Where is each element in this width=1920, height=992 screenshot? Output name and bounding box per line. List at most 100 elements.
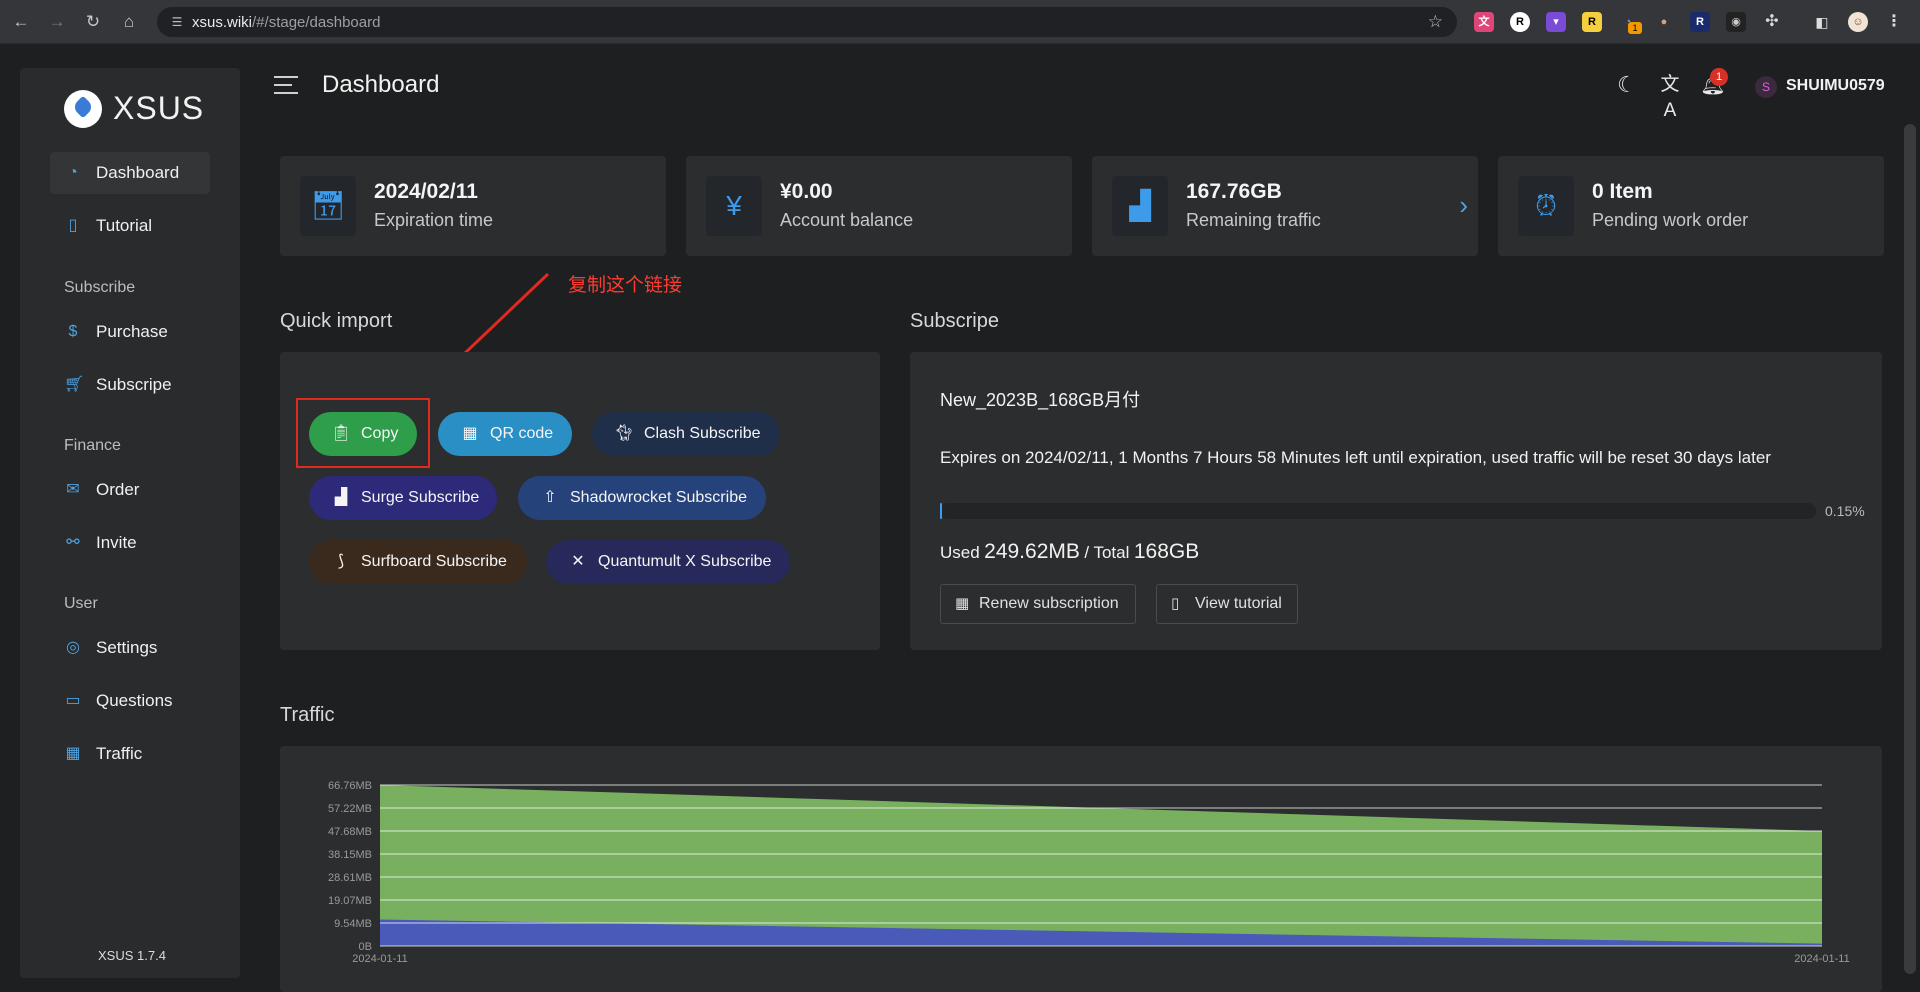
x-tick-label: 2024-01-11 <box>1794 953 1849 965</box>
y-tick-label: 28.61MB <box>328 872 372 884</box>
traffic-title: Traffic <box>280 704 335 726</box>
translate-icon[interactable]: 文A <box>1657 72 1683 121</box>
surfboard-subscribe-button[interactable]: ⟆ Surfboard Subscribe <box>309 540 527 584</box>
extension-icon[interactable]: ▾ <box>1546 12 1566 32</box>
sidebar-item-dashboard[interactable]: ◔ Dashboard <box>50 152 210 194</box>
dashboard-icon: ◔ <box>68 164 78 181</box>
rocket-icon: ⇧ <box>543 489 557 506</box>
app-version: XSUS 1.7.4 <box>98 948 166 963</box>
sidebar-item-settings[interactable]: ◎ Settings <box>50 627 210 669</box>
extension-icon[interactable]: R <box>1582 12 1602 32</box>
sidebar-item-tutorial[interactable]: ▯ Tutorial <box>50 205 210 247</box>
extension-icon[interactable]: ● <box>1654 12 1674 32</box>
page-scrollbar[interactable] <box>1904 124 1916 974</box>
chart-board-icon: ▦ <box>65 745 81 762</box>
bar-chart-icon: ▟ <box>1112 176 1168 236</box>
highlight-box <box>296 398 430 468</box>
qr-code-button[interactable]: ▦ QR code <box>438 412 572 456</box>
traffic-progress-bar <box>940 503 1816 519</box>
progress-percent: 0.15% <box>1825 503 1865 519</box>
book-icon: ▯ <box>68 217 78 234</box>
x-tick-label: 2024-01-11 <box>352 953 407 965</box>
puzzle-icon[interactable]: ✣ <box>1762 12 1782 32</box>
stat-card-expiration: 📅︎ 2024/02/11 Expiration time <box>280 156 666 256</box>
sidebar-item-questions[interactable]: ▭ Questions <box>50 680 210 722</box>
mail-icon: ✉ <box>66 481 80 498</box>
y-tick-label: 9.54MB <box>334 918 372 930</box>
sidebar-item-order[interactable]: ✉ Order <box>50 469 210 511</box>
chevron-right-icon[interactable]: › <box>1459 190 1468 221</box>
progress-fill <box>940 503 942 519</box>
section-subscribe: Subscribe <box>64 279 136 296</box>
link-icon: ⚯ <box>66 534 80 551</box>
clash-cat-icon: 🐈︎ <box>613 425 635 442</box>
url-text: xsus.wiki/#/stage/dashboard <box>192 14 381 31</box>
forward-icon[interactable]: → <box>46 11 68 33</box>
traffic-chart: 0B 9.54MB 19.07MB 28.61MB 38.15MB 47.68MB 57.2… <box>328 780 1850 965</box>
home-icon[interactable]: ⌂ <box>118 11 140 33</box>
browser-toolbar: ← → ↻ ⌂ ☰ xsus.wiki/#/stage/dashboard ☆ … <box>0 0 1920 44</box>
side-panel-icon[interactable]: ◧ <box>1812 12 1832 32</box>
sidebar-item-purchase[interactable]: $ Purchase <box>50 311 210 353</box>
reload-icon[interactable]: ↻ <box>82 11 104 33</box>
alarm-clock-icon: ⏰︎ <box>1518 176 1574 236</box>
notification-badge: 1 <box>1710 68 1728 86</box>
back-icon[interactable]: ← <box>10 11 32 33</box>
section-user: User <box>64 595 98 612</box>
quantumult-x-subscribe-button[interactable]: ✕ Quantumult X Subscribe <box>546 540 790 584</box>
dollar-icon: $ <box>68 323 78 340</box>
section-finance: Finance <box>64 437 121 454</box>
avatar[interactable]: S <box>1755 76 1777 98</box>
plan-description: Expires on 2024/02/11, 1 Months 7 Hours … <box>940 448 1771 467</box>
series-area-0 <box>380 785 1822 946</box>
clash-subscribe-button[interactable]: 🐈︎ Clash Subscribe <box>592 412 780 456</box>
calendar-icon: 📅︎ <box>300 176 356 236</box>
extension-icon[interactable]: R <box>1690 12 1710 32</box>
extension-icon[interactable]: R <box>1510 12 1530 32</box>
extension-icon[interactable]: ◉ <box>1726 12 1746 32</box>
y-tick-label: 19.07MB <box>328 895 372 907</box>
brand-name: XSUS <box>113 90 205 126</box>
y-tick-label: 47.68MB <box>328 826 372 838</box>
surge-subscribe-button[interactable]: ▟ Surge Subscribe <box>309 476 497 520</box>
y-tick-label: 66.76MB <box>328 780 372 792</box>
bookmark-star-icon[interactable]: ☆ <box>1428 12 1443 32</box>
dark-mode-moon-icon[interactable]: ☾ <box>1614 72 1640 98</box>
cart-icon: 🛒︎ <box>64 376 85 393</box>
user-circle-icon: ◎ <box>66 639 80 656</box>
quantumult-icon: ✕ <box>571 553 585 570</box>
sidebar-item-traffic[interactable]: ▦ Traffic <box>50 733 210 775</box>
yen-icon: ¥ <box>706 176 762 236</box>
kebab-menu-icon[interactable]: ⋮ <box>1884 12 1904 32</box>
chat-icon: ▭ <box>65 692 81 709</box>
hamburger-menu-icon[interactable] <box>274 76 298 94</box>
plan-name: New_2023B_168GB月付 <box>940 390 1141 410</box>
site-settings-icon[interactable]: ☰ <box>169 14 185 30</box>
y-tick-label: 57.22MB <box>328 803 372 815</box>
address-bar[interactable]: ☰ xsus.wiki/#/stage/dashboard ☆ <box>157 7 1457 37</box>
subscripe-title: Subscripe <box>910 310 999 332</box>
view-tutorial-button[interactable]: ▯ View tutorial <box>1156 584 1298 624</box>
stat-card-traffic[interactable]: ▟ 167.76GB Remaining traffic › <box>1092 156 1478 256</box>
sidebar-item-subscripe[interactable]: 🛒︎ Subscripe <box>50 364 210 406</box>
surfboard-icon: ⟆ <box>337 553 345 570</box>
sidebar-item-invite[interactable]: ⚯ Invite <box>50 522 210 564</box>
stat-card-balance: ¥ ¥0.00 Account balance <box>686 156 1072 256</box>
annotation-text: 复制这个链接 <box>568 275 683 296</box>
qr-code-icon: ▦ <box>462 425 478 442</box>
y-tick-label: 0B <box>359 941 372 953</box>
sidebar: XSUS ◔ Dashboard ▯ Tutorial Subscribe $ … <box>20 68 240 978</box>
username[interactable]: SHUIMU0579 <box>1786 77 1885 95</box>
extension-icon[interactable]: 文 <box>1474 12 1494 32</box>
calendar-icon: ▦ <box>955 595 970 612</box>
shadowrocket-subscribe-button[interactable]: ⇧ Shadowrocket Subscribe <box>518 476 766 520</box>
stat-card-work-order: ⏰︎ 0 Item Pending work order <box>1498 156 1884 256</box>
usage-text: Used 249.62MB / Total 168GB <box>940 540 1200 563</box>
top-bar: Dashboard ☾ 文A 🔔︎ 1 S SHUIMU0579 <box>260 44 1920 134</box>
y-tick-label: 38.15MB <box>328 849 372 861</box>
renew-subscription-button[interactable]: ▦ Renew subscription <box>940 584 1136 624</box>
book-icon: ▯ <box>1171 595 1180 612</box>
profile-icon[interactable]: ☺ <box>1848 12 1868 32</box>
rocket-logo-icon <box>64 90 102 128</box>
page-title: Dashboard <box>322 71 440 98</box>
